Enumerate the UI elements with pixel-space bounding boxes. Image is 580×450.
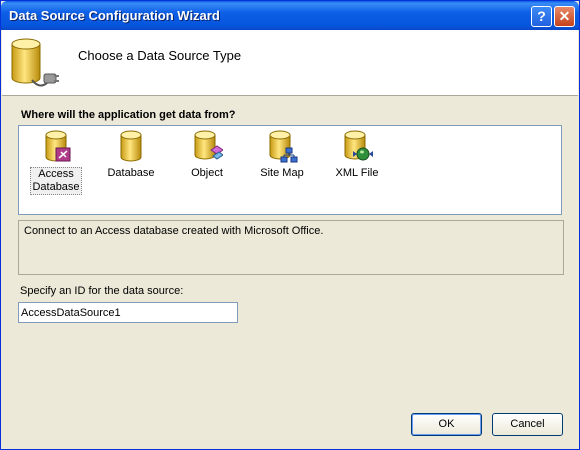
page-title: Choose a Data Source Type bbox=[78, 48, 242, 63]
data-source-id-input[interactable] bbox=[18, 302, 238, 323]
type-database[interactable]: Database bbox=[101, 130, 161, 180]
site-map-icon bbox=[269, 130, 298, 163]
wizard-header: Choose a Data Source Type bbox=[2, 30, 578, 96]
id-field-label: Specify an ID for the data source: bbox=[20, 285, 184, 297]
wizard-window: Data Source Configuration Wizard ? ✕ Cho… bbox=[0, 0, 580, 450]
type-object[interactable]: Object bbox=[177, 130, 237, 180]
type-label: Access Database bbox=[30, 167, 82, 195]
type-xml-file[interactable]: XML File bbox=[327, 130, 387, 180]
database-plug-icon bbox=[11, 38, 59, 87]
object-icon bbox=[194, 130, 223, 160]
type-site-map[interactable]: Site Map bbox=[252, 130, 312, 180]
type-label: XML File bbox=[335, 167, 379, 179]
xml-file-icon bbox=[344, 130, 373, 161]
close-button[interactable]: ✕ bbox=[554, 6, 575, 27]
type-description: Connect to an Access database created wi… bbox=[18, 220, 564, 275]
data-source-type-list[interactable]: Access Database Database Object Site Map… bbox=[18, 125, 562, 215]
cancel-button[interactable]: Cancel bbox=[492, 413, 563, 436]
help-button[interactable]: ? bbox=[531, 6, 552, 27]
window-title: Data Source Configuration Wizard bbox=[9, 8, 220, 23]
type-label: Object bbox=[191, 167, 223, 179]
type-label: Database bbox=[107, 167, 155, 179]
database-icon bbox=[120, 130, 142, 162]
type-label: Site Map bbox=[260, 167, 304, 179]
question-label: Where will the application get data from… bbox=[21, 109, 236, 121]
title-bar[interactable]: Data Source Configuration Wizard ? ✕ bbox=[1, 1, 579, 30]
ok-button[interactable]: OK bbox=[411, 413, 482, 436]
access-database-icon bbox=[45, 130, 71, 162]
type-access-database[interactable]: Access Database bbox=[26, 130, 86, 195]
